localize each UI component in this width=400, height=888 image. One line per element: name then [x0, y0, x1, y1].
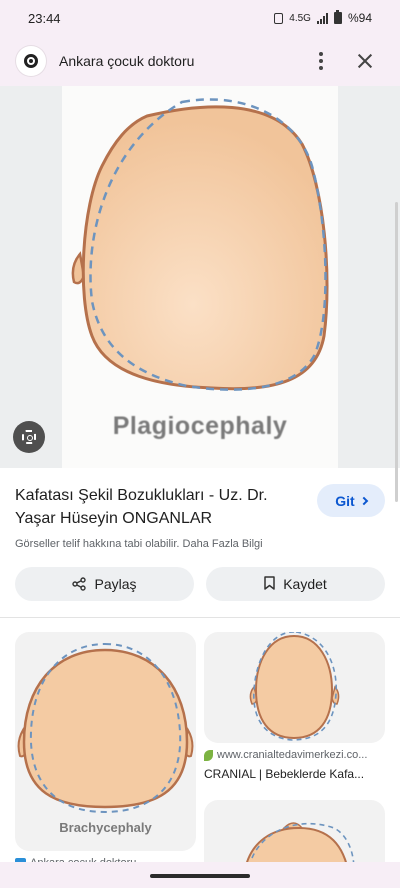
status-time: 23:44 — [28, 10, 61, 26]
result-title[interactable]: Kafatası Şekil Bozuklukları - Uz. Dr. Ya… — [15, 484, 305, 530]
related-image-brachycephaly[interactable]: Brachycephaly — [15, 632, 196, 851]
viewer-header: Ankara çocuk doktoru — [0, 36, 400, 86]
action-row: Paylaş Kaydet — [15, 567, 385, 601]
image-caption: Plagiocephaly — [112, 412, 288, 440]
visit-button[interactable]: Git — [317, 484, 385, 517]
related-source[interactable]: www.cranialtedavimerkezi.co... — [204, 749, 385, 761]
status-icons: 4.5G %94 — [274, 10, 372, 25]
related-source-label: www.cranialtedavimerkezi.co... — [217, 749, 368, 761]
image-preview: Plagiocephaly — [0, 86, 400, 502]
home-gesture-handle[interactable] — [150, 874, 250, 878]
chevron-right-icon — [359, 496, 368, 505]
visual-search-icon[interactable] — [13, 421, 45, 453]
head-shape-illustration — [249, 632, 340, 741]
more-options-icon[interactable] — [306, 46, 336, 76]
network-label: 4.5G — [289, 12, 311, 24]
signal-icon — [316, 12, 328, 24]
scrollbar[interactable] — [395, 202, 398, 502]
site-favicon-icon — [204, 749, 213, 761]
close-icon[interactable] — [350, 46, 380, 76]
battery-level: %94 — [347, 11, 372, 25]
plagiocephaly-illustration — [71, 98, 329, 391]
related-title[interactable]: CRANIAL | Bebeklerde Kafa... — [204, 767, 385, 781]
visit-button-label: Git — [335, 492, 355, 509]
brachycephaly-illustration — [17, 642, 194, 814]
related-image-cranial[interactable] — [204, 632, 385, 743]
vibrate-icon — [274, 12, 284, 24]
share-label: Paylaş — [94, 576, 137, 592]
save-button[interactable]: Kaydet — [206, 567, 385, 601]
copyright-notice[interactable]: Görseller telif hakkına tabi olabilir. D… — [15, 538, 263, 550]
result-info: Kafatası Şekil Bozuklukları - Uz. Dr. Ya… — [0, 468, 400, 618]
save-label: Kaydet — [283, 576, 327, 592]
battery-icon — [333, 10, 342, 24]
share-icon — [72, 577, 87, 591]
related-images-grid: Brachycephaly www.cranialtedavimerkezi.c… — [0, 618, 400, 888]
search-query-title[interactable]: Ankara çocuk doktoru — [59, 53, 306, 69]
google-lens-icon[interactable] — [16, 46, 46, 76]
bookmark-icon — [264, 575, 275, 593]
status-bar: 23:44 4.5G %94 — [0, 0, 400, 36]
image-caption: Brachycephaly — [59, 820, 152, 835]
share-button[interactable]: Paylaş — [15, 567, 194, 601]
navigation-bar — [0, 862, 400, 888]
preview-image[interactable]: Plagiocephaly — [62, 86, 338, 468]
